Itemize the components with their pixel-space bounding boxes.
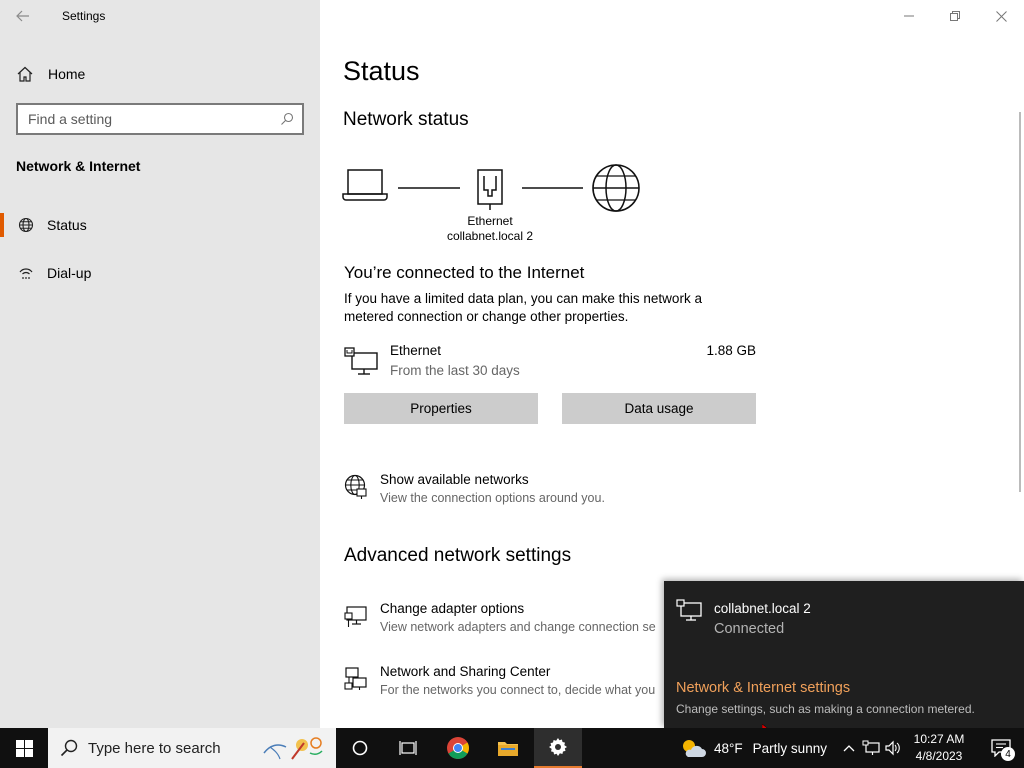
network-internet-settings-link[interactable]: Network & Internet settings [676, 680, 850, 696]
ethernet-period: From the last 30 days [390, 363, 520, 378]
connected-heading: You’re connected to the Internet [344, 263, 585, 282]
settings-search-box[interactable] [16, 103, 304, 135]
flyout-network-status: Connected [714, 621, 785, 637]
taskbar-clock[interactable]: 10:27 AM 4/8/2023 [906, 731, 972, 765]
search-icon [60, 739, 78, 757]
globe-icon [18, 217, 34, 233]
speaker-icon [885, 740, 900, 756]
network-adapter-icon [344, 606, 367, 627]
ethernet-monitor-icon [344, 347, 378, 375]
change-adapter-title: Change adapter options [380, 601, 525, 616]
page-title: Status [343, 56, 420, 86]
home-nav-item[interactable]: Home [0, 56, 320, 92]
network-settings-subtitle: Change settings, such as making a connec… [676, 702, 975, 716]
sidebar-item-label: Dial-up [47, 265, 92, 281]
cortana-button[interactable] [336, 728, 384, 768]
restore-icon [950, 11, 960, 21]
search-icon [281, 112, 294, 125]
diagram-adapter-name: Ethernet [467, 214, 513, 228]
sharing-center-icon [344, 667, 367, 690]
sidebar-item-status[interactable]: Status [0, 207, 320, 243]
globe-network-icon [344, 474, 367, 499]
section-title: Network & Internet [16, 158, 141, 174]
sidebar-item-label: Status [47, 217, 87, 233]
task-view-button[interactable] [384, 728, 432, 768]
weather-temperature: 48°F [714, 740, 743, 756]
back-button[interactable] [0, 0, 46, 32]
ethernet-data-usage: 1.88 GB [706, 343, 756, 358]
close-button[interactable] [978, 0, 1024, 32]
show-networks-title: Show available networks [380, 472, 529, 487]
sharing-center-subtitle: For the networks you connect to, decide … [380, 683, 656, 697]
gear-icon [549, 738, 567, 756]
start-button[interactable] [0, 728, 48, 768]
flyout-network-name[interactable]: collabnet.local 2 [714, 601, 811, 616]
show-available-networks-link[interactable]: Show available networks View the connect… [344, 472, 844, 512]
file-explorer-taskbar-button[interactable] [484, 728, 532, 768]
sidebar: Settings Home Network & Internet Status … [0, 0, 320, 728]
connected-description: If you have a limited data plan, you can… [344, 291, 702, 324]
dialup-icon [19, 268, 33, 279]
ethernet-port-icon [477, 169, 503, 210]
network-flyout: collabnet.local 2 Connected Network & In… [664, 581, 1024, 728]
home-label: Home [48, 66, 86, 82]
data-usage-button[interactable]: Data usage [562, 393, 756, 424]
diagram-label: Ethernet collabnet.local 2 [438, 214, 542, 244]
network-tray-icon [862, 740, 880, 755]
internet-globe-icon [592, 164, 640, 212]
network-tray-button[interactable] [860, 728, 882, 768]
close-icon [995, 10, 1007, 22]
cortana-circle-icon [352, 740, 368, 756]
clock-date: 4/8/2023 [915, 749, 963, 763]
chevron-up-icon [843, 745, 855, 752]
taskbar-search-placeholder: Type here to search [88, 739, 221, 757]
chrome-taskbar-button[interactable] [434, 728, 482, 768]
laptop-icon [342, 169, 388, 201]
task-view-icon [399, 741, 417, 755]
weather-widget[interactable]: 48°F Partly sunny [680, 728, 827, 768]
notification-count-badge: 4 [1001, 747, 1015, 761]
change-adapter-subtitle: View network adapters and change connect… [380, 620, 656, 634]
properties-button[interactable]: Properties [344, 393, 538, 424]
clock-time: 10:27 AM [913, 732, 965, 746]
home-icon [17, 66, 33, 82]
show-networks-subtitle: View the connection options around you. [380, 491, 605, 505]
show-hidden-icons-button[interactable] [838, 728, 860, 768]
system-tray [838, 728, 904, 768]
weather-condition: Partly sunny [752, 740, 827, 756]
chrome-icon [447, 737, 469, 759]
restore-button[interactable] [932, 0, 978, 32]
ethernet-usage-row: Ethernet From the last 30 days 1.88 GB [344, 343, 756, 383]
partly-sunny-icon [683, 740, 706, 757]
windows-logo-icon [15, 739, 33, 757]
diagram-network-name: collabnet.local 2 [446, 229, 534, 243]
taskbar-search-box[interactable]: Type here to search [48, 728, 336, 768]
settings-search-input[interactable] [28, 111, 280, 127]
window-controls [886, 0, 1024, 32]
advanced-settings-heading: Advanced network settings [344, 545, 572, 566]
volume-tray-button[interactable] [882, 728, 904, 768]
search-highlight-doodle-icon [263, 737, 323, 760]
back-arrow-icon [16, 10, 29, 22]
sidebar-item-dialup[interactable]: Dial-up [0, 255, 320, 291]
minimize-button[interactable] [886, 0, 932, 32]
network-status-heading: Network status [343, 109, 469, 130]
settings-taskbar-button[interactable] [534, 728, 582, 768]
main-scrollbar[interactable] [1019, 112, 1021, 492]
ethernet-monitor-icon [676, 599, 702, 621]
ethernet-name: Ethernet [390, 343, 442, 358]
minimize-icon [904, 15, 914, 17]
title-bar: Settings [0, 0, 320, 32]
app-title: Settings [62, 9, 106, 23]
action-center-button[interactable]: 4 [978, 728, 1024, 768]
sharing-center-title: Network and Sharing Center [380, 664, 551, 679]
folder-icon [498, 742, 518, 756]
taskbar: Type here to search 48°F Partly sunny 10… [0, 728, 1024, 768]
